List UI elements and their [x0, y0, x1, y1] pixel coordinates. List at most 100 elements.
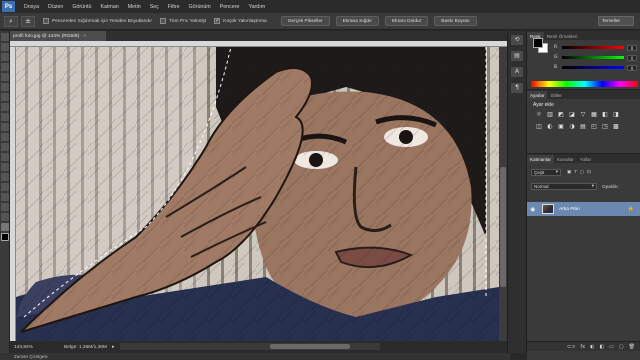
posterize-icon[interactable]: ▤ [579, 123, 587, 131]
menu-edit[interactable]: Düzen [48, 4, 63, 10]
pen-tool-icon[interactable] [1, 173, 9, 181]
menu-view[interactable]: Görünüm [189, 4, 211, 10]
levels-icon[interactable]: ▥ [546, 111, 554, 119]
character-icon[interactable]: A [511, 67, 523, 77]
filter-type-icons[interactable]: ▣T◻⊡ [567, 169, 594, 175]
blue-slider-row[interactable]: B 0 [554, 64, 638, 71]
trash-icon[interactable]: 🗑 [629, 344, 635, 350]
adjustment-layer-icon[interactable]: ◐ [590, 344, 594, 350]
channel-mixer-icon[interactable]: ◐ [546, 123, 554, 131]
layer-filter-dropdown[interactable]: Çeşit ▾ [531, 168, 561, 176]
status-menu-arrow-icon[interactable]: ▸ [112, 345, 114, 350]
resize-windows-checkbox[interactable]: Pencereleri Sığdırmak için Yeniden Boyut… [43, 18, 152, 24]
vertical-scrollbar[interactable] [499, 47, 507, 341]
history-icon[interactable]: ⟲ [511, 35, 523, 45]
fit-screen-button[interactable]: Ekrana Sığdır [335, 16, 379, 26]
foreground-color-swatch[interactable] [533, 38, 543, 48]
menu-window[interactable]: Pencere [220, 4, 240, 10]
marquee-tool-icon[interactable] [1, 43, 9, 51]
photo-filter-icon[interactable]: ◫ [535, 123, 543, 131]
scroll-thumb[interactable] [270, 344, 350, 349]
gradient-tool-icon[interactable] [1, 143, 9, 151]
menu-image[interactable]: Görüntü [72, 4, 91, 10]
shape-tool-icon[interactable] [1, 203, 9, 211]
selective-color-icon[interactable]: ▩ [612, 123, 620, 131]
color-lookup-icon[interactable]: ▣ [557, 123, 565, 131]
tab-layers[interactable]: Katmanlar [527, 155, 554, 163]
tab-channels[interactable]: Kanallar [554, 155, 577, 163]
new-layer-icon[interactable]: ▢ [619, 344, 624, 350]
threshold-icon[interactable]: ◰ [590, 123, 598, 131]
menu-layer[interactable]: Katman [100, 4, 118, 10]
hand-tool-icon[interactable] [1, 213, 9, 221]
document-tab[interactable]: profil foto.jpg @ 144% (RGB/8) × [10, 31, 106, 41]
zoom-mode-icon[interactable]: ± [21, 15, 35, 27]
path-select-tool-icon[interactable] [1, 193, 9, 201]
zoom-tool-icon[interactable] [1, 223, 9, 231]
actual-pixels-button[interactable]: Gerçek Pikseller [280, 16, 330, 26]
timeline-bar[interactable]: Zaman Çizelgesi [0, 353, 510, 360]
gradient-map-icon[interactable]: ◳ [601, 123, 609, 131]
color-balance-icon[interactable]: ◧ [601, 111, 609, 119]
layer-mask-icon[interactable]: ◧ [599, 344, 604, 350]
stamp-tool-icon[interactable] [1, 113, 9, 121]
brightness-icon[interactable]: ☼ [535, 111, 543, 119]
checkbox-box[interactable] [160, 18, 166, 24]
close-icon[interactable]: × [83, 34, 86, 39]
horizontal-scrollbar[interactable] [120, 343, 380, 350]
blend-mode-dropdown[interactable]: Normal ▾ [531, 182, 597, 190]
exposure-icon[interactable]: ◪ [568, 111, 576, 119]
color-spectrum-bar[interactable] [531, 81, 638, 87]
type-tool-icon[interactable] [1, 183, 9, 191]
layer-row-background[interactable]: ◉ Arka Plan 🔒 [527, 202, 640, 216]
green-slider-row[interactable]: G 0 [554, 54, 638, 61]
history-brush-tool-icon[interactable] [1, 123, 9, 131]
blue-value[interactable]: 0 [627, 64, 637, 71]
layer-name[interactable]: Arka Plan [559, 207, 580, 212]
green-value[interactable]: 0 [627, 54, 637, 61]
black-white-icon[interactable]: ◨ [612, 111, 620, 119]
move-tool-icon[interactable] [1, 33, 9, 41]
menu-type[interactable]: Metin [128, 4, 141, 10]
zoom-level[interactable]: 143,84% [14, 345, 40, 350]
brush-tool-icon[interactable] [1, 103, 9, 111]
menu-help[interactable]: Yardım [248, 4, 265, 10]
blur-tool-icon[interactable] [1, 153, 9, 161]
green-slider[interactable] [562, 56, 624, 59]
tab-adjustments[interactable]: Ayarlar [527, 91, 548, 99]
red-slider[interactable] [562, 46, 624, 49]
layer-style-icon[interactable]: fx [580, 344, 585, 350]
dodge-tool-icon[interactable] [1, 163, 9, 171]
menu-select[interactable]: Seç [150, 4, 159, 10]
zoom-all-windows-checkbox[interactable]: Tüm Pnc Yakınlşt [160, 18, 206, 24]
invert-icon[interactable]: ◑ [568, 123, 576, 131]
new-group-icon[interactable]: ▭ [609, 344, 614, 350]
link-layers-icon[interactable]: ⊂⊃ [567, 344, 575, 350]
eyedropper-tool-icon[interactable] [1, 83, 9, 91]
hue-saturation-icon[interactable]: ▦ [590, 111, 598, 119]
crop-tool-icon[interactable] [1, 73, 9, 81]
vibrance-icon[interactable]: ▽ [579, 111, 587, 119]
checkbox-box[interactable] [43, 18, 49, 24]
menu-file[interactable]: Dosya [24, 4, 39, 10]
curves-icon[interactable]: ◩ [557, 111, 565, 119]
paragraph-icon[interactable]: ¶ [511, 83, 523, 93]
tab-styles[interactable]: Stiller [547, 91, 565, 99]
print-size-button[interactable]: Baskı Boyutu [434, 16, 477, 26]
scroll-thumb[interactable] [500, 167, 506, 287]
menu-filter[interactable]: Filtre [168, 4, 180, 10]
eraser-tool-icon[interactable] [1, 133, 9, 141]
fill-screen-button[interactable]: Ekranı Doldur [384, 16, 429, 26]
workspace-switcher[interactable]: Temeller [598, 16, 634, 26]
tab-paths[interactable]: Yollar [577, 155, 594, 163]
red-value[interactable]: 0 [627, 44, 637, 51]
eye-icon[interactable]: ◉ [530, 206, 539, 213]
lasso-tool-icon[interactable] [1, 53, 9, 61]
checkmark-icon[interactable]: ✓ [214, 18, 221, 24]
tab-swatches[interactable]: Renk Örnekleri [544, 32, 581, 40]
image-canvas[interactable] [16, 47, 499, 341]
blue-slider[interactable] [562, 66, 624, 69]
quick-select-tool-icon[interactable] [1, 63, 9, 71]
zoom-icon[interactable]: ⌕ [4, 15, 18, 27]
healing-tool-icon[interactable] [1, 93, 9, 101]
